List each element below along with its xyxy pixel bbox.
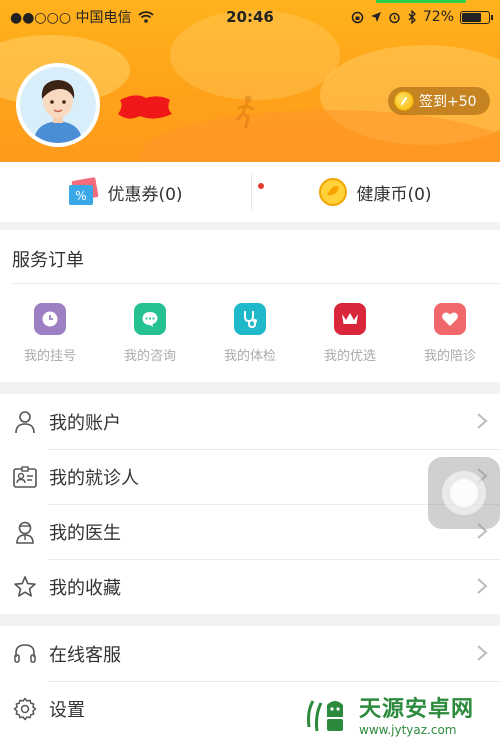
order-label: 我的咨询 <box>123 349 176 364</box>
checkin-label: 签到+50 <box>419 94 477 110</box>
order-registration[interactable]: 我的挂号 <box>0 303 100 364</box>
svg-text:%: % <box>76 189 87 203</box>
chevron-right-icon <box>477 413 488 429</box>
location-icon <box>370 12 381 22</box>
menu-label: 设置 <box>49 699 85 721</box>
bluetooth-icon <box>408 10 416 24</box>
status-bar: ●●○○○ 中国电信 20:46 72% <box>0 0 500 34</box>
order-selection[interactable]: 我的优选 <box>300 303 400 364</box>
notification-dot <box>258 183 264 189</box>
profile-header: ●●○○○ 中国电信 20:46 72% 签到+50 <box>0 0 500 162</box>
order-label: 我的挂号 <box>23 349 76 364</box>
user-icon <box>12 409 38 435</box>
health-coin-label: 健康币(0) <box>356 184 432 205</box>
alarm-icon <box>389 12 400 23</box>
heart-icon <box>434 303 466 335</box>
coupon-button[interactable]: % 优惠券(0) <box>0 162 250 222</box>
android-logo-icon <box>307 700 343 732</box>
username-redaction <box>118 95 172 119</box>
doctor-icon <box>12 519 38 545</box>
watermark: 天源安卓网 www.jytyaz.com <box>305 689 495 739</box>
checkin-button[interactable]: 签到+50 <box>388 87 490 115</box>
service-orders-section: 服务订单 我的挂号 我的咨询 我的体检 我的优选 我的陪诊 <box>0 230 500 382</box>
divider <box>12 283 500 284</box>
menu-item-customer-service[interactable]: 在线客服 <box>0 626 500 681</box>
order-checkup[interactable]: 我的体检 <box>200 303 300 364</box>
order-escort[interactable]: 我的陪诊 <box>400 303 500 364</box>
order-label: 我的体检 <box>223 349 276 364</box>
chevron-right-icon <box>477 645 488 661</box>
account-menu: 我的账户 我的就诊人 我的医生 我的收藏 <box>0 394 500 614</box>
order-label: 我的陪诊 <box>423 349 476 364</box>
runner-illustration <box>236 95 255 129</box>
section-title: 服务订单 <box>12 250 84 271</box>
id-card-icon <box>12 464 38 490</box>
divider <box>251 174 252 210</box>
avatar[interactable] <box>16 63 100 147</box>
clock-icon <box>34 303 66 335</box>
star-icon <box>12 574 38 600</box>
wifi-icon <box>137 11 154 23</box>
menu-label: 我的收藏 <box>49 577 121 599</box>
battery-icon <box>460 10 493 24</box>
coupon-icon: % <box>69 177 99 205</box>
battery-percent: 72% <box>422 9 454 25</box>
menu-label: 在线客服 <box>49 644 121 666</box>
gear-icon <box>12 696 38 722</box>
assistive-touch-button[interactable] <box>428 457 500 529</box>
menu-item-patients[interactable]: 我的就诊人 <box>0 449 500 504</box>
order-consult[interactable]: 我的咨询 <box>100 303 200 364</box>
menu-label: 我的账户 <box>49 412 121 434</box>
crown-icon <box>334 303 366 335</box>
rewards-bar: % 优惠券(0) 健康币(0) <box>0 162 500 222</box>
watermark-url: www.jytyaz.com <box>359 723 457 737</box>
orientation-lock-icon <box>351 11 364 23</box>
avatar-illustration <box>34 80 82 143</box>
menu-item-account[interactable]: 我的账户 <box>0 394 500 449</box>
order-label: 我的优选 <box>323 349 376 364</box>
chat-icon <box>134 303 166 335</box>
menu-item-doctor[interactable]: 我的医生 <box>0 504 500 559</box>
menu-label: 我的就诊人 <box>49 467 139 489</box>
carrier-label: ●●○○○ 中国电信 <box>10 10 132 26</box>
coin-icon <box>394 91 414 111</box>
watermark-title: 天源安卓网 <box>359 697 475 722</box>
menu-item-favorites[interactable]: 我的收藏 <box>0 559 500 614</box>
health-coin-icon <box>319 178 348 206</box>
stethoscope-icon <box>234 303 266 335</box>
menu-label: 我的医生 <box>49 522 121 544</box>
chevron-right-icon <box>477 578 488 594</box>
coupon-label: 优惠券(0) <box>107 184 183 205</box>
headset-icon <box>12 641 38 667</box>
health-coin-button[interactable]: 健康币(0) <box>250 162 500 222</box>
